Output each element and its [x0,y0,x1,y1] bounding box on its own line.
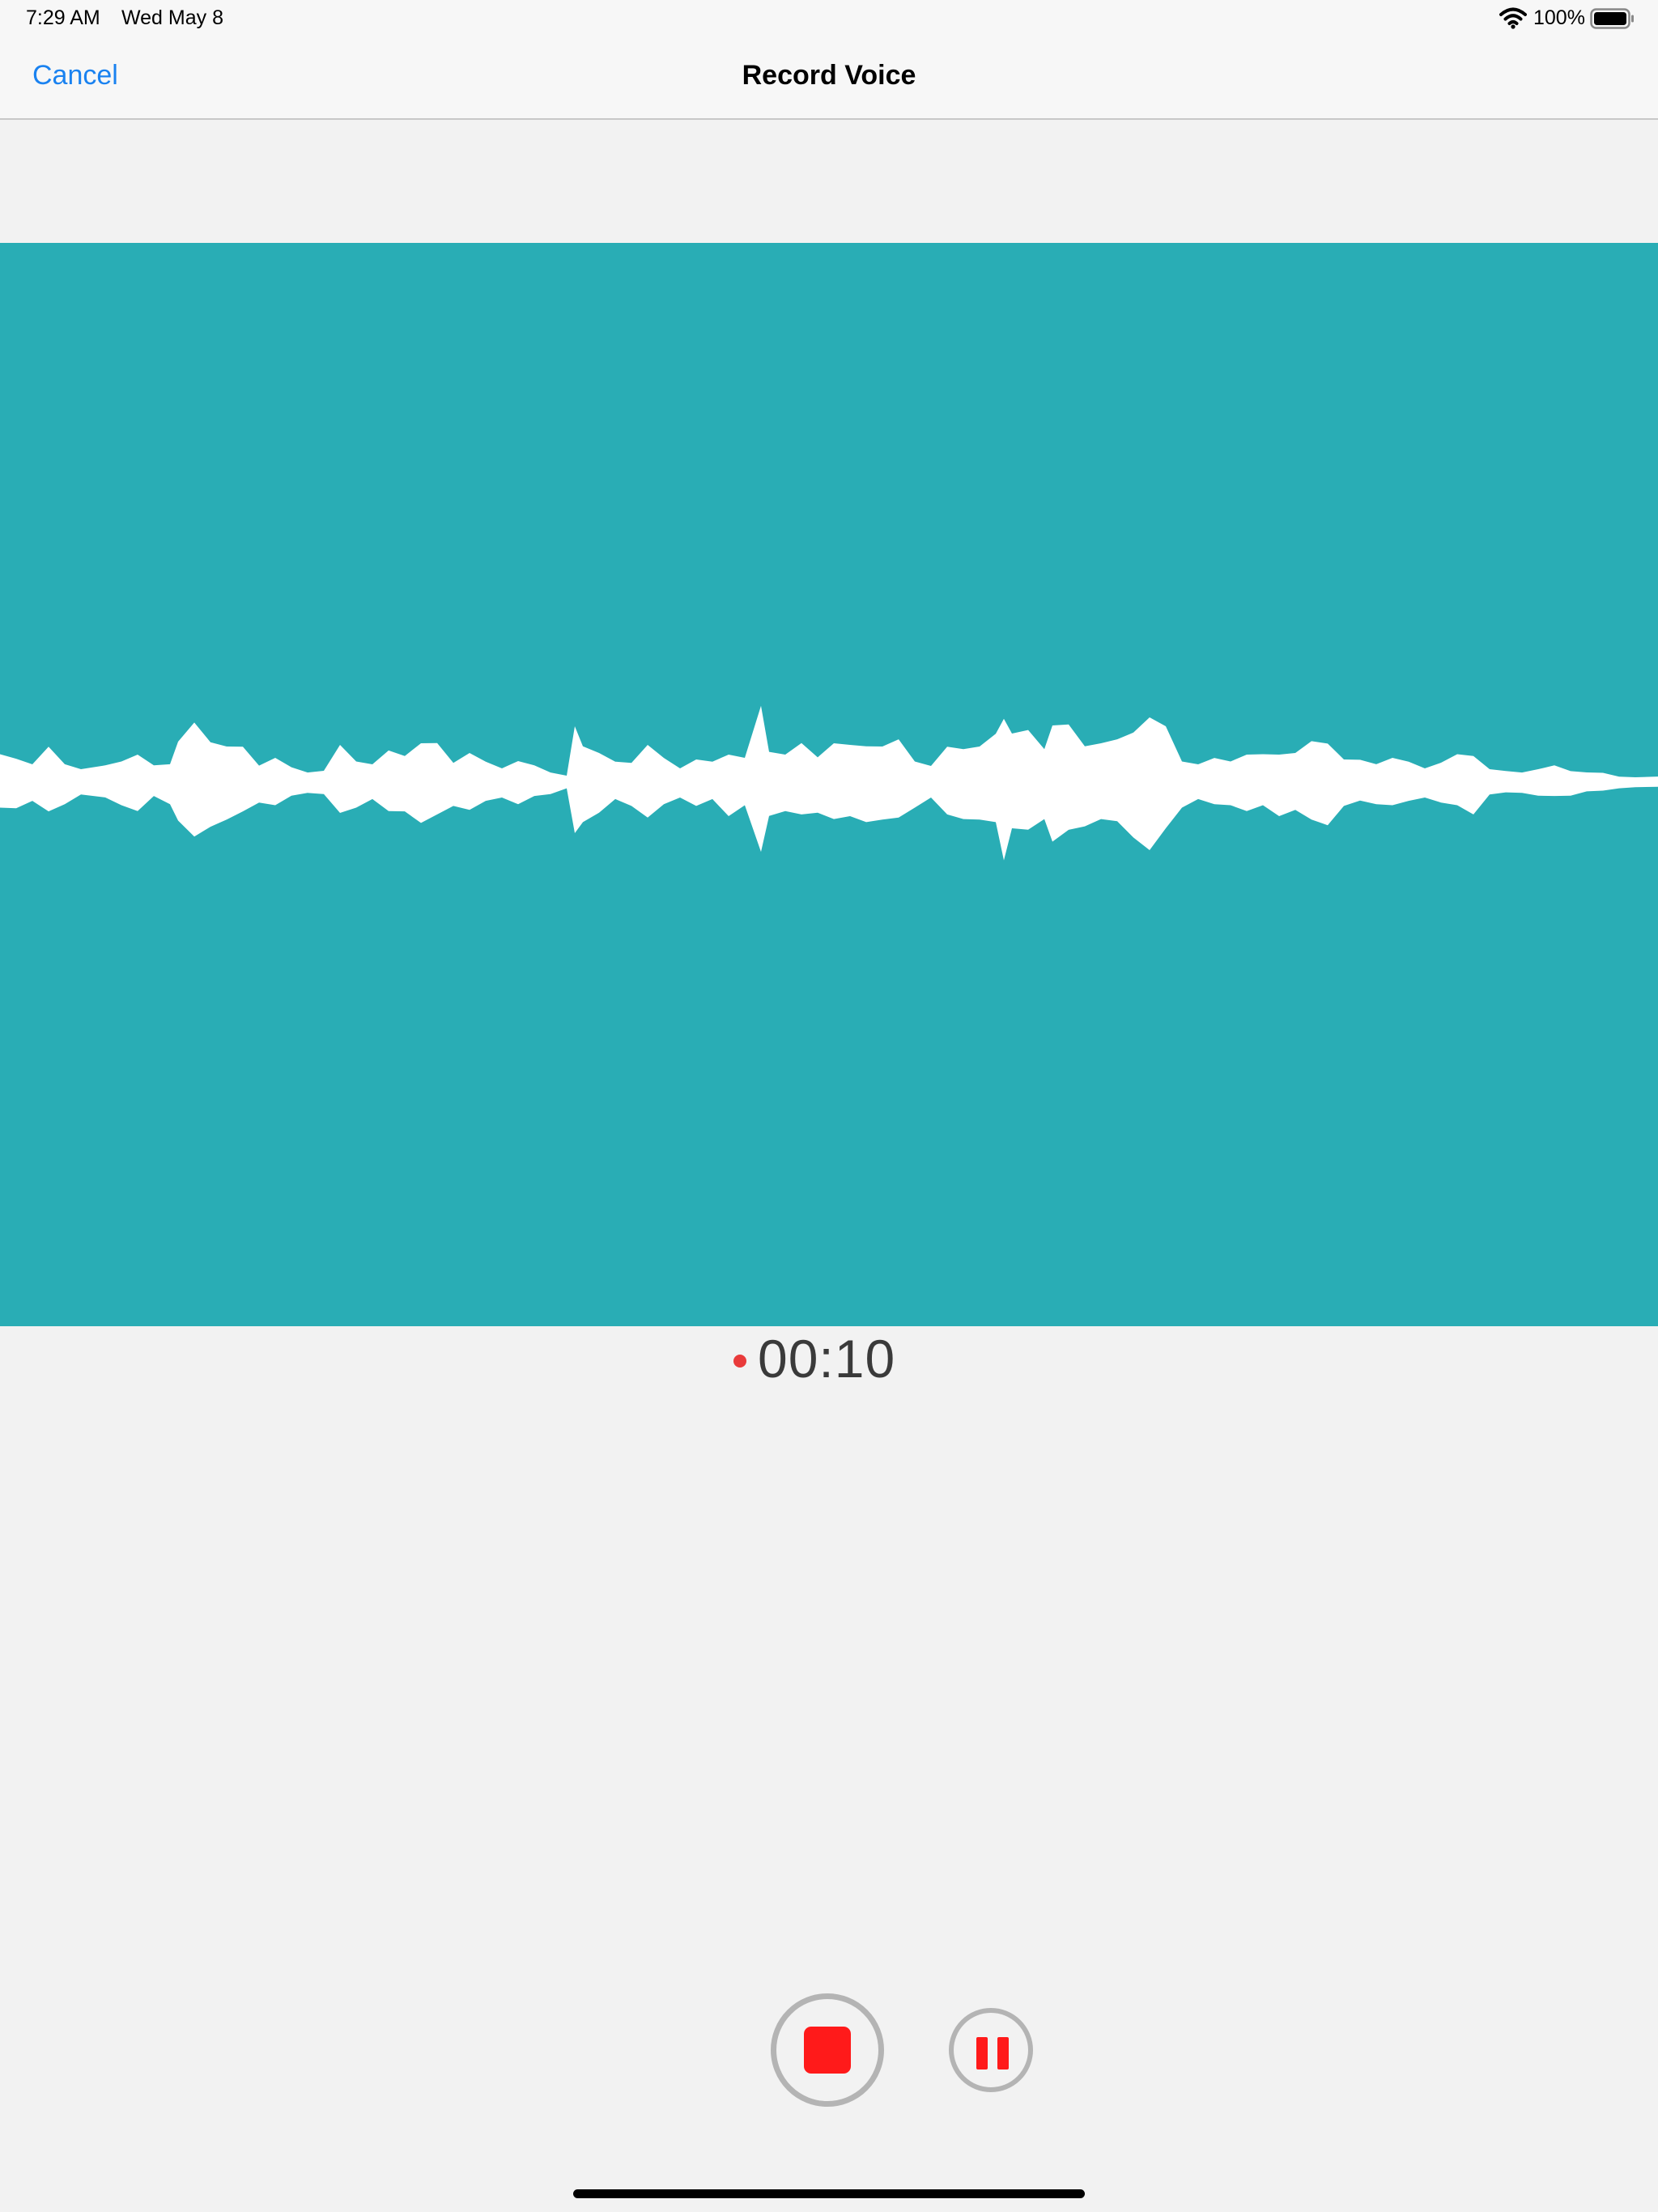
stop-icon [804,2027,851,2074]
status-time: 7:29 AM [26,6,100,29]
elapsed-time: 00:10 [758,1329,896,1389]
pause-icon [997,2037,1009,2069]
waveform-graphic [0,243,1658,1326]
status-date: Wed May 8 [121,6,223,29]
home-indicator [573,2189,1085,2198]
recording-timer: 00:10 [0,1326,1658,1391]
battery-percentage: 100% [1533,6,1585,29]
wifi-icon [1499,6,1527,29]
battery-icon [1590,8,1635,29]
waveform-display [0,243,1658,1326]
record-dot-icon [733,1355,746,1368]
pause-button[interactable] [949,2008,1033,2092]
cancel-button[interactable]: Cancel [32,60,118,91]
stop-button[interactable] [771,1993,884,2107]
status-bar: 7:29 AM Wed May 8 100% [0,0,1658,39]
page-title: Record Voice [742,60,916,91]
pause-icon [976,2037,988,2069]
navigation-bar: Cancel Record Voice [0,39,1658,120]
